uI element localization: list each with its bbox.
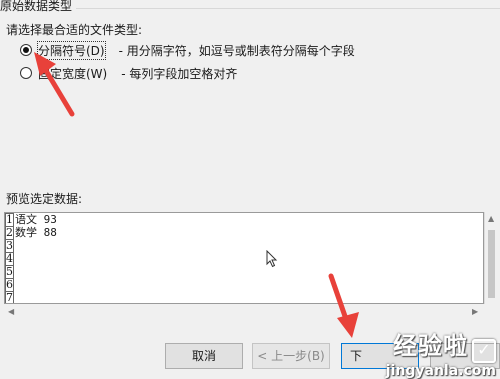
radio-fixed-width[interactable] <box>20 67 32 79</box>
radio-option-delimited[interactable]: 分隔符号(D) - 用分隔字符，如逗号或制表符分隔每个字段 <box>20 40 355 60</box>
mouse-cursor-icon <box>266 250 278 268</box>
radio-desc-delimited: - 用分隔字符，如逗号或制表符分隔每个字段 <box>118 43 355 58</box>
preview-row: 2 数学 88 <box>5 225 61 240</box>
row-text <box>14 292 61 304</box>
preview-vertical-scrollbar[interactable]: ▲ <box>484 212 498 304</box>
radio-desc-fixed-width: - 每列字段加空格对齐 <box>121 66 238 81</box>
row-text <box>14 240 61 253</box>
file-type-prompt: 请选择最合适的文件类型: <box>6 23 143 37</box>
watermark-url: jingyanla.com <box>385 362 496 379</box>
row-number: 1 <box>5 213 14 227</box>
row-number: 6 <box>5 278 14 292</box>
radio-label-fixed-width[interactable]: 固定宽度(W) <box>38 65 107 82</box>
back-button[interactable]: < 上一步(B) <box>252 343 330 369</box>
preview-row: 1 语文 93 <box>5 212 61 227</box>
row-text <box>14 266 61 279</box>
preview-row: 6 <box>5 278 61 292</box>
preview-row: 5 <box>5 265 61 279</box>
next-button-label: 下 <box>350 349 363 363</box>
group-title: 原始数据类型 <box>0 0 77 14</box>
scroll-up-icon[interactable]: ▲ <box>488 214 494 223</box>
preview-pane[interactable]: 1 语文 93 2 数学 88 3 4 5 6 7 <box>4 212 484 304</box>
row-text <box>14 253 61 266</box>
preview-table: 1 语文 93 2 数学 88 3 4 5 6 7 <box>5 212 61 304</box>
row-number: 3 <box>5 239 14 253</box>
scroll-thumb[interactable] <box>488 230 495 298</box>
watermark: 经验啦 ✓ jingyanla.com <box>386 326 496 379</box>
cancel-button[interactable]: 取消 <box>165 343 243 369</box>
radio-label-delimited[interactable]: 分隔符号(D) <box>37 40 106 60</box>
row-number: 4 <box>5 252 14 266</box>
checkmark-icon: ✓ <box>472 338 496 363</box>
row-number: 5 <box>5 265 14 279</box>
row-text: 语文 93 <box>15 212 57 226</box>
preview-row: 3 <box>5 239 61 253</box>
row-text: 数学 88 <box>15 225 57 239</box>
row-number: 2 <box>5 226 14 240</box>
preview-row: 7 <box>5 291 61 304</box>
preview-label: 预览选定数据: <box>6 192 83 206</box>
row-number: 7 <box>5 291 14 304</box>
row-text <box>14 279 61 292</box>
preview-horizontal-scrollbar[interactable]: ◀ ▶ <box>4 305 484 319</box>
preview-row: 4 <box>5 252 61 266</box>
watermark-title: 经验啦 <box>393 332 468 360</box>
radio-delimited[interactable] <box>20 44 32 56</box>
scroll-left-icon[interactable]: ◀ <box>8 307 14 316</box>
radio-option-fixed-width[interactable]: 固定宽度(W) - 每列字段加空格对齐 <box>20 64 237 82</box>
scroll-right-icon[interactable]: ▶ <box>472 307 478 316</box>
